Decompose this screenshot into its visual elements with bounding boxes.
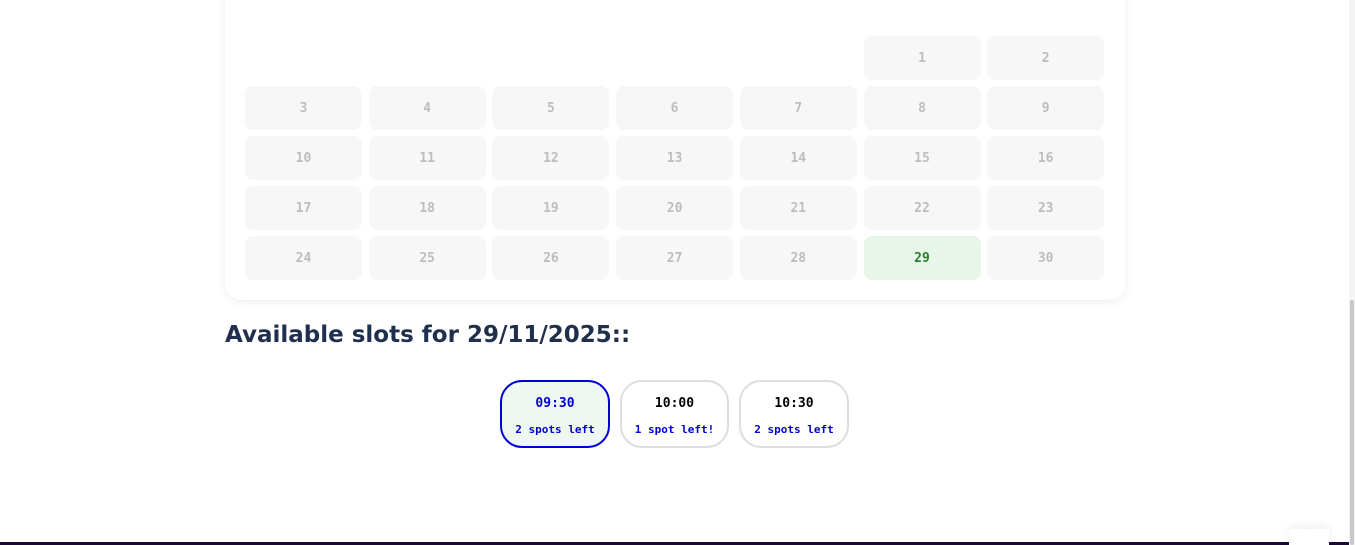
day-cell-disabled: 3 [245,86,362,130]
day-cell-disabled: 5 [492,86,610,130]
weekday-tue: Tue [369,0,486,3]
day-cell-disabled: 11 [368,136,486,180]
slots-heading: Available slots for 29/11/2025:: [225,322,631,348]
day-cell-disabled: 13 [616,136,734,180]
day-cell-disabled: 9 [987,86,1105,130]
day-cell-disabled: 8 [863,86,981,130]
day-cell-disabled: 18 [368,186,486,230]
weekday-mon: Mon [245,0,362,3]
day-cell-disabled: 16 [987,136,1105,180]
day-cell-disabled: 26 [492,236,610,280]
weekday-thu: Thu [616,0,733,3]
weekday-sun: Sun [987,0,1104,3]
time-slot-button[interactable]: 09:30 2 spots left [500,380,610,448]
day-cell-disabled: 22 [863,186,981,230]
time-slot-button[interactable]: 10:00 1 spot left! [620,380,729,448]
weekday-sat: Sat [864,0,981,3]
time-slot-button[interactable]: 10:30 2 spots left [739,380,849,448]
weekday-fri: Fri [740,0,857,3]
day-cell-disabled: 7 [739,86,857,130]
day-cell-disabled: 23 [987,186,1105,230]
day-cell-disabled: 4 [368,86,486,130]
day-cell-disabled: 15 [863,136,981,180]
slot-time: 09:30 [535,396,575,411]
slot-time: 10:30 [774,396,814,411]
day-cell-disabled: 1 [863,36,981,80]
day-cell-available[interactable]: 29 [863,236,981,280]
slot-availability: 2 spots left [515,423,595,436]
day-cell-disabled: 28 [739,236,857,280]
day-cell-disabled: 19 [492,186,610,230]
slot-time: 10:00 [654,396,695,411]
slot-availability: 1 spot left! [634,423,715,436]
day-cell-disabled: 27 [616,236,734,280]
day-cell-disabled: 6 [616,86,734,130]
day-cell-disabled: 20 [616,186,734,230]
day-cell-disabled: 14 [739,136,857,180]
day-cell-disabled: 25 [368,236,486,280]
day-cell-disabled: 21 [739,186,857,230]
day-cell-disabled: 30 [987,236,1105,280]
day-cell-disabled: 2 [987,36,1105,80]
weekday-wed: Wed [492,0,609,3]
day-cell-disabled: 17 [245,186,362,230]
day-cell-disabled: 12 [492,136,610,180]
day-cell-disabled: 24 [245,236,362,280]
corner-widget [1289,529,1329,545]
scrollbar[interactable] [1349,0,1355,545]
day-cell-disabled: 10 [245,136,362,180]
slot-availability: 2 spots left [754,423,834,436]
scrollbar-thumb[interactable] [1350,300,1354,545]
calendar-card: MonTueWedThuFriSatSun 123456789101112131… [225,0,1125,300]
